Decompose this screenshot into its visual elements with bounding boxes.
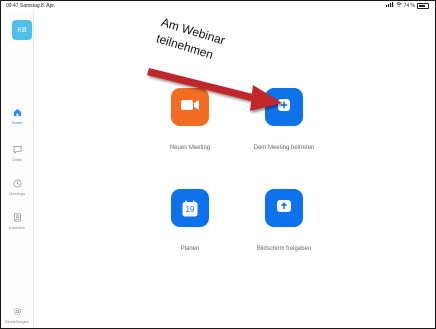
app-window: 09:47 Samstag 8. Apr. 74 % KB Home Chats… bbox=[0, 0, 436, 329]
annotation-arrow bbox=[147, 68, 282, 111]
